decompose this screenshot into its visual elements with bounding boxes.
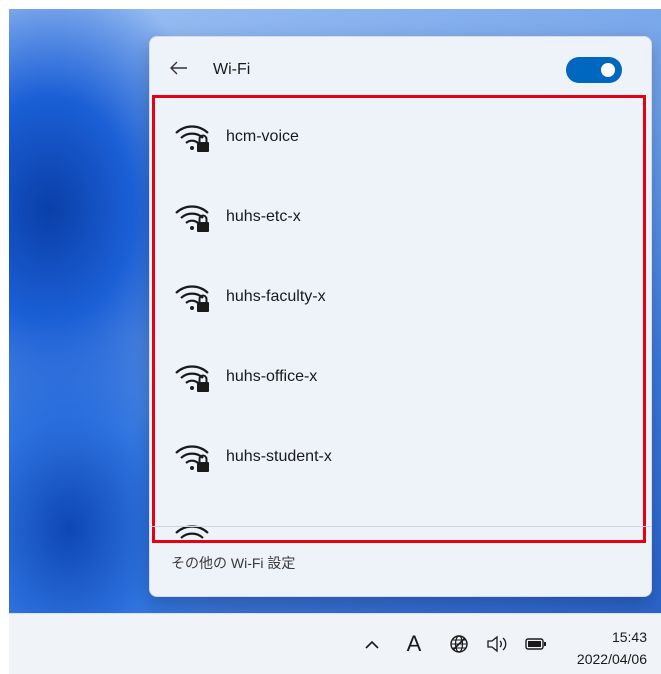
- network-item-partial[interactable]: [155, 498, 643, 540]
- wifi-toggle[interactable]: [566, 57, 622, 83]
- network-item[interactable]: huhs-office-x: [155, 338, 643, 418]
- wifi-secured-icon: [175, 525, 209, 539]
- quick-settings-button[interactable]: [441, 614, 555, 674]
- network-name: huhs-office-x: [226, 368, 318, 385]
- chevron-up-icon: [365, 640, 379, 649]
- network-item[interactable]: huhs-student-x: [155, 418, 643, 498]
- show-hidden-icons-button[interactable]: [357, 614, 387, 674]
- clock-date: 2022/04/06: [576, 651, 647, 667]
- wifi-secured-icon: [175, 125, 209, 152]
- wifi-secured-icon: [175, 205, 209, 232]
- clock-time: 15:43: [611, 629, 647, 645]
- wifi-panel: Wi-Fi hcm-voice huhs-etc-x huhs-faculty-…: [149, 36, 652, 597]
- network-item[interactable]: huhs-faculty-x: [155, 258, 643, 338]
- network-item[interactable]: huhs-etc-x: [155, 178, 643, 258]
- network-list[interactable]: hcm-voice huhs-etc-x huhs-faculty-x huhs…: [152, 95, 646, 543]
- divider: [150, 526, 651, 527]
- more-wifi-settings-link[interactable]: その他の Wi-Fi 設定: [171, 553, 295, 573]
- arrow-left-icon: [170, 61, 187, 75]
- wifi-secured-icon: [175, 285, 209, 312]
- wifi-secured-icon: [175, 445, 209, 472]
- toggle-knob: [601, 63, 615, 77]
- wifi-panel-header: Wi-Fi: [150, 37, 651, 97]
- back-button[interactable]: [168, 57, 190, 79]
- taskbar: A 15:43 2022/04/06: [9, 613, 661, 674]
- network-globe-icon: [450, 635, 469, 653]
- wifi-secured-icon: [175, 365, 209, 392]
- network-name: huhs-student-x: [226, 448, 332, 465]
- volume-icon: [487, 635, 507, 653]
- battery-icon: [524, 638, 546, 650]
- ime-indicator[interactable]: A: [400, 614, 428, 674]
- network-name: huhs-etc-x: [226, 208, 301, 225]
- network-name: huhs-faculty-x: [226, 288, 326, 305]
- wifi-title: Wi-Fi: [213, 61, 251, 78]
- network-item[interactable]: hcm-voice: [155, 98, 643, 178]
- network-name: hcm-voice: [226, 128, 299, 145]
